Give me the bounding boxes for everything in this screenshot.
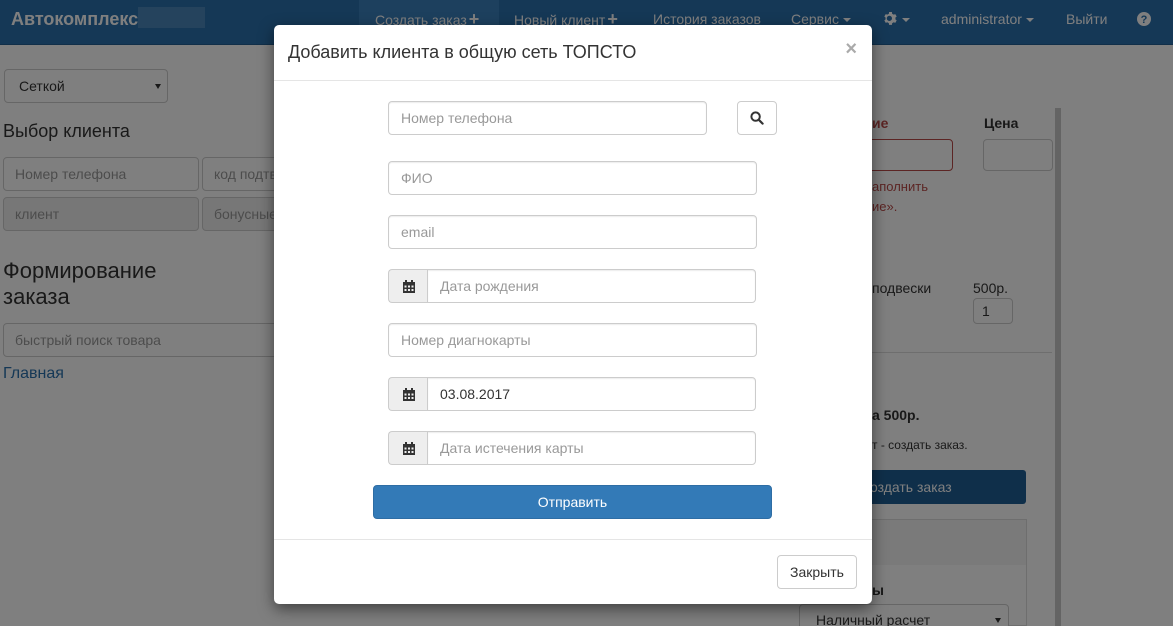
modal-title: Добавить клиента в общую сеть ТОПСТО [288, 42, 637, 62]
birth-date-input[interactable] [427, 269, 756, 303]
phone-input[interactable] [388, 101, 707, 135]
calendar-icon [403, 442, 415, 455]
card-expiry-addon[interactable] [388, 431, 428, 465]
email-input[interactable] [388, 215, 757, 249]
birth-date-addon[interactable] [388, 269, 428, 303]
calendar-icon [403, 388, 415, 401]
fio-input[interactable] [388, 161, 757, 195]
card-date-input[interactable] [427, 377, 756, 411]
diagnostic-card-number-input[interactable] [388, 323, 757, 357]
card-expiry-input[interactable] [427, 431, 756, 465]
search-icon [750, 111, 764, 125]
add-client-modal: Добавить клиента в общую сеть ТОПСТО × Н… [274, 25, 872, 604]
card-date-addon[interactable] [388, 377, 428, 411]
close-button[interactable]: Закрыть [777, 555, 857, 589]
modal-footer-divider [274, 539, 872, 540]
submit-button[interactable]: Отправить [373, 485, 772, 519]
modal-header-divider [274, 80, 872, 81]
search-button[interactable] [737, 101, 777, 135]
close-icon[interactable]: × [845, 39, 857, 59]
calendar-icon [403, 280, 415, 293]
